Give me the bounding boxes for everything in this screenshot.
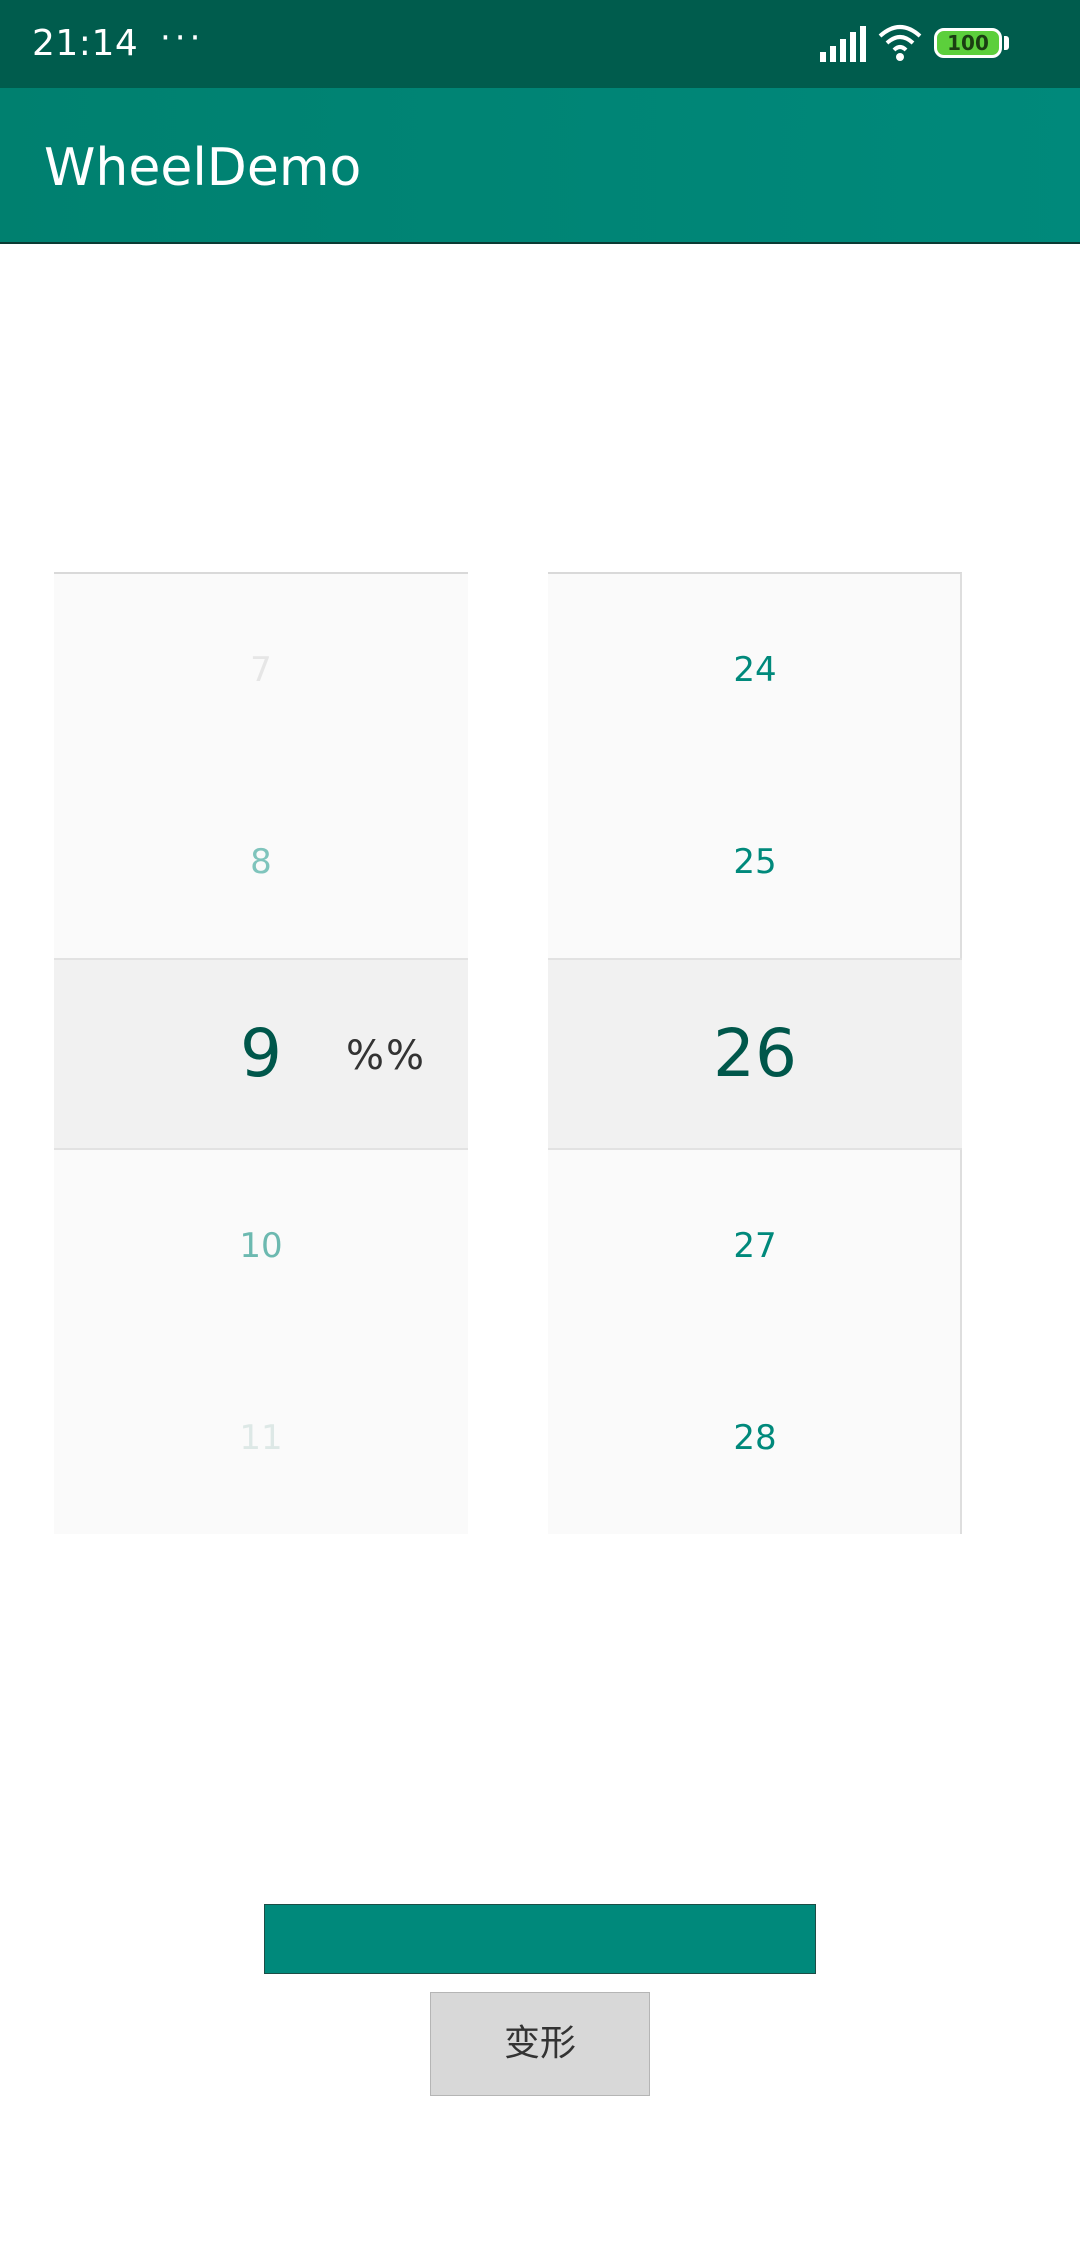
status-icons: 100 xyxy=(820,0,1080,88)
wheel-item-selected[interactable]: 26 xyxy=(548,958,962,1150)
wheel-item[interactable]: 10 xyxy=(54,1150,468,1342)
wheel-item[interactable]: 28 xyxy=(548,1342,962,1534)
right-wheel-picker[interactable]: 24 25 26 27 28 xyxy=(548,572,962,1534)
wheel-item[interactable]: 11 xyxy=(54,1342,468,1534)
wifi-icon xyxy=(878,25,922,61)
status-bar: 21:14 ··· 100 xyxy=(0,0,1080,88)
wheel-item[interactable]: 7 xyxy=(54,574,468,766)
more-dots-icon: ··· xyxy=(160,18,205,58)
app-bar: WheelDemo xyxy=(0,88,1080,244)
wheel-item[interactable]: 24 xyxy=(548,574,962,766)
battery-icon: 100 xyxy=(934,28,1002,58)
accent-bar[interactable] xyxy=(264,1904,816,1974)
app-title: WheelDemo xyxy=(44,138,362,198)
wheel-item[interactable]: 25 xyxy=(548,766,962,958)
battery-tip xyxy=(1004,36,1009,50)
transform-button[interactable]: 变形 xyxy=(430,1992,650,2096)
wheel-item[interactable]: 27 xyxy=(548,1150,962,1342)
unit-label: %% xyxy=(346,1033,427,1079)
signal-icon xyxy=(820,26,866,62)
wheel-item[interactable]: 8 xyxy=(54,766,468,958)
status-time: 21:14 xyxy=(32,23,139,64)
